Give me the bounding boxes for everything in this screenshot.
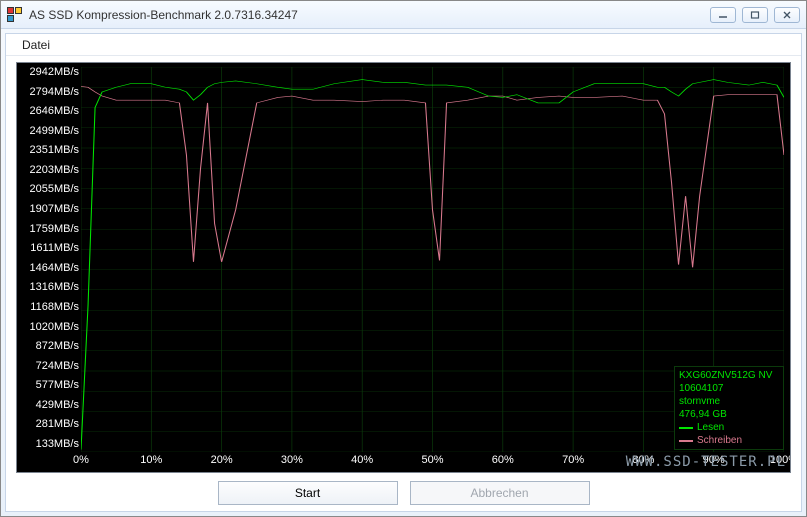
device-name: KXG60ZNV512G NV [679,369,779,382]
legend-swatch-write [679,440,693,442]
watermark: WWW.SSD-TESTER.PL [626,454,786,470]
device-serial: 10604107 [679,382,779,395]
legend-write-label: Schreiben [697,434,742,447]
titlebar: AS SSD Kompression-Benchmark 2.0.7316.34… [1,1,806,29]
legend-write: Schreiben [679,434,779,447]
app-icon [7,7,23,23]
cancel-button[interactable]: Abbrechen [410,481,590,505]
maximize-icon [750,11,760,19]
maximize-button[interactable] [742,7,768,23]
button-row: Start Abbrechen [6,475,801,511]
legend-read: Lesen [679,421,779,434]
chart: 2942MB/s2794MB/s2646MB/s2499MB/s2351MB/s… [16,62,791,473]
app-window: AS SSD Kompression-Benchmark 2.0.7316.34… [0,0,807,517]
minimize-icon [718,11,728,19]
close-button[interactable] [774,7,800,23]
device-driver: stornvme [679,395,779,408]
window-title: AS SSD Kompression-Benchmark 2.0.7316.34… [29,8,710,22]
legend-swatch-read [679,427,693,429]
window-controls [710,7,800,23]
menubar: Datei [6,34,801,56]
y-axis-labels: 2942MB/s2794MB/s2646MB/s2499MB/s2351MB/s… [19,67,79,450]
device-capacity: 476,94 GB [679,408,779,421]
menu-file[interactable]: Datei [14,36,58,54]
minimize-button[interactable] [710,7,736,23]
close-icon [782,11,792,19]
start-button[interactable]: Start [218,481,398,505]
client-area: Datei 2942MB/s2794MB/s2646MB/s2499MB/s23… [5,33,802,512]
legend-read-label: Lesen [697,421,724,434]
legend-box: KXG60ZNV512G NV 10604107 stornvme 476,94… [674,366,784,450]
